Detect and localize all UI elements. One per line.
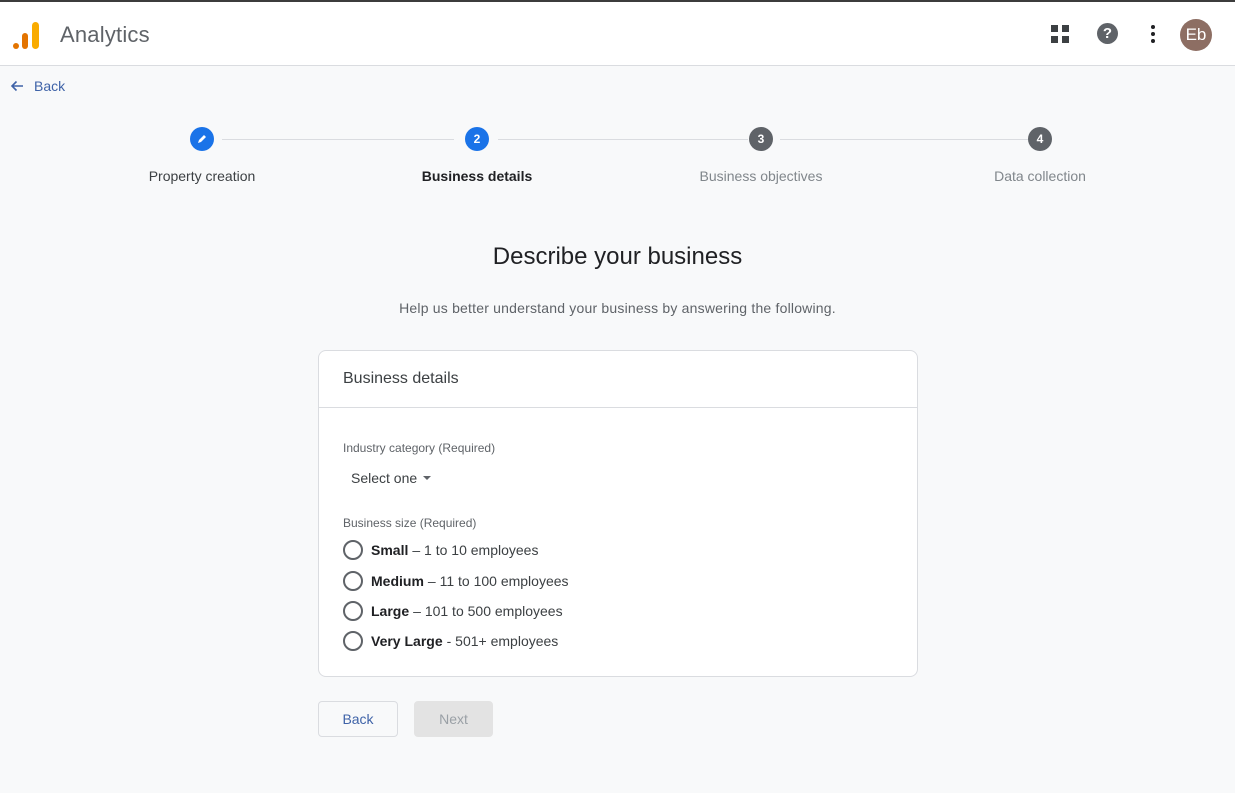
pencil-icon — [198, 135, 206, 143]
option-name: Small — [371, 542, 409, 558]
option-detail: 101 to 500 employees — [424, 603, 563, 619]
step-business-details[interactable]: 2 Business details — [377, 127, 577, 184]
business-size-option-large[interactable]: Large – 101 to 500 employees — [343, 600, 563, 622]
back-link[interactable]: Back — [10, 76, 65, 96]
select-value: Select one — [351, 470, 418, 486]
radio-button[interactable] — [343, 601, 363, 621]
step-label: Property creation — [148, 168, 256, 184]
more-vert-icon[interactable] — [1141, 22, 1165, 46]
analytics-logo-icon[interactable] — [13, 19, 43, 51]
business-size-label: Business size (Required) — [343, 516, 477, 530]
step-label: Business objectives — [699, 168, 823, 184]
option-name: Very Large — [371, 633, 443, 649]
step-data-collection[interactable]: 4 Data collection — [940, 127, 1140, 184]
radio-button[interactable] — [343, 631, 363, 651]
business-size-option-small[interactable]: Small – 1 to 10 employees — [343, 539, 538, 561]
option-detail: 11 to 100 employees — [439, 573, 569, 589]
progress-stepper: Property creation 2 Business details 3 B… — [0, 127, 1235, 197]
back-button[interactable]: Back — [318, 701, 398, 737]
app-title: Analytics — [60, 22, 150, 47]
arrow-back-icon — [10, 80, 23, 92]
option-detail: 501+ employees — [455, 633, 559, 649]
radio-button[interactable] — [343, 540, 363, 560]
option-separator: – — [413, 603, 421, 619]
radio-button[interactable] — [343, 571, 363, 591]
step-completed-badge — [190, 127, 214, 151]
step-number: 2 — [465, 127, 489, 151]
option-separator: – — [427, 573, 436, 589]
help-icon[interactable]: ? — [1096, 22, 1120, 46]
option-separator: – — [412, 542, 421, 558]
apps-icon[interactable] — [1048, 22, 1072, 46]
page-subtitle: Help us better understand your business … — [399, 300, 836, 316]
business-size-option-medium[interactable]: Medium – 11 to 100 employees — [343, 570, 569, 592]
account-avatar[interactable]: Eb — [1180, 19, 1212, 51]
step-label: Business details — [421, 168, 533, 184]
step-property-creation[interactable]: Property creation — [102, 127, 302, 184]
business-details-card: Business details Industry category (Requ… — [318, 350, 918, 677]
back-link-label: Back — [34, 78, 66, 94]
card-title: Business details — [319, 351, 917, 408]
step-number: 3 — [749, 127, 773, 151]
business-size-option-very-large[interactable]: Very Large - 501+ employees — [343, 630, 558, 652]
step-number: 4 — [1028, 127, 1052, 151]
dropdown-caret-icon — [423, 476, 432, 480]
option-separator: - — [446, 633, 452, 649]
option-detail: 1 to 10 employees — [424, 542, 539, 558]
page-title: Describe your business — [492, 243, 743, 270]
step-business-objectives[interactable]: 3 Business objectives — [661, 127, 861, 184]
top-app-bar: Analytics ? Eb — [0, 2, 1235, 66]
step-label: Data collection — [994, 168, 1086, 184]
option-name: Large — [371, 603, 410, 619]
option-name: Medium — [371, 573, 424, 589]
next-button[interactable]: Next — [414, 701, 493, 737]
industry-category-select[interactable]: Select one — [343, 467, 432, 489]
industry-category-label: Industry category (Required) — [343, 441, 496, 455]
